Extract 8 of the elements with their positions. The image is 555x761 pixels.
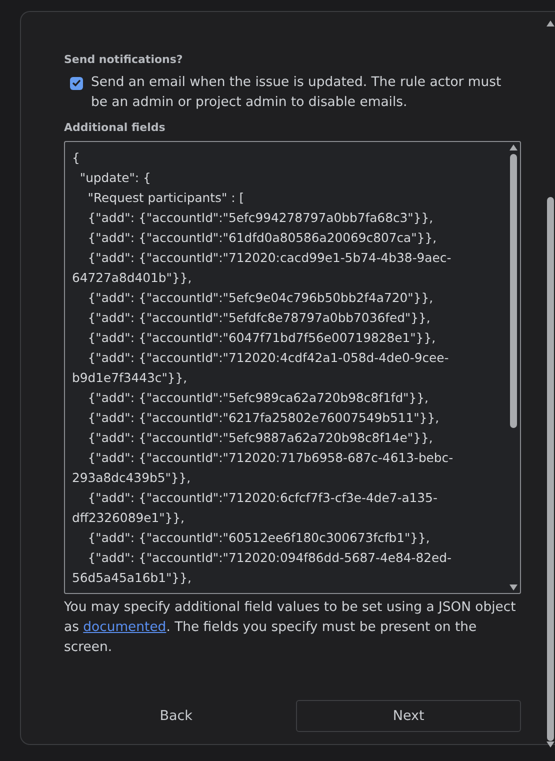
documentation-link[interactable]: documented [83,620,166,635]
help-text: You may specify additional field values to be set using a JSON object as documented. The fields you specify must be present on the screen. [64,599,517,657]
back-button[interactable]: Back [64,700,288,732]
field-label: Additional fields [64,120,166,136]
json-field[interactable]: { "update": { "Request participants" : [ {"add": {"accountId":"5efc994278797a0bb7fa68c3"}}, {"add": {"accountId":"61dfd0a80586a20069c807ca"}}, {"add": {"accountId":"712020:cacd99e1-5b74-4b38-9aec- 64727a8d401b"}}, {"add": {"accountId":"5efc9e04c796b50bb2f4a720"}}, {"add": {"accountId":"5efdfc8e78797a0bb7036fed"}}, {"add": {"accountId":"6047f71bd7f56e00719828e1"}}, {"add": {"accountId":"712020:4cdf42a1-058d-4de0-9cee- b9d1e7f3443c"}}, {"add": {"accountId":"5efc989ca62a720b98c8f1fd"}}, {"add": {"accountId":"6217fa25802e76007549b511"}}, {"add": {"accountId":"5efc9887a62a720b98c8f14e"}}, {"add": {"accountId":"712020:717b6958-687c-4613-bebc- 293a8dc439b5"}}, {"add": {"accountId":"712020:6cfcf7f3-cf3e-4de7-a135- dff2326089e1"}}, {"add": {"accountId":"60512ee6f180c300673fcfb1"}}, {"add": {"accountId":"712020:094f86dd-5687-4e84-82ed- 56d5a45a16b1"}}, [64,141,521,594]
section-label: Send notifications? [64,52,184,68]
checkbox-label: Send an email when the issue is updated. The rule actor must be an admin or project admin to disable emails. [91,74,502,112]
next-button[interactable]: Next [296,700,522,732]
